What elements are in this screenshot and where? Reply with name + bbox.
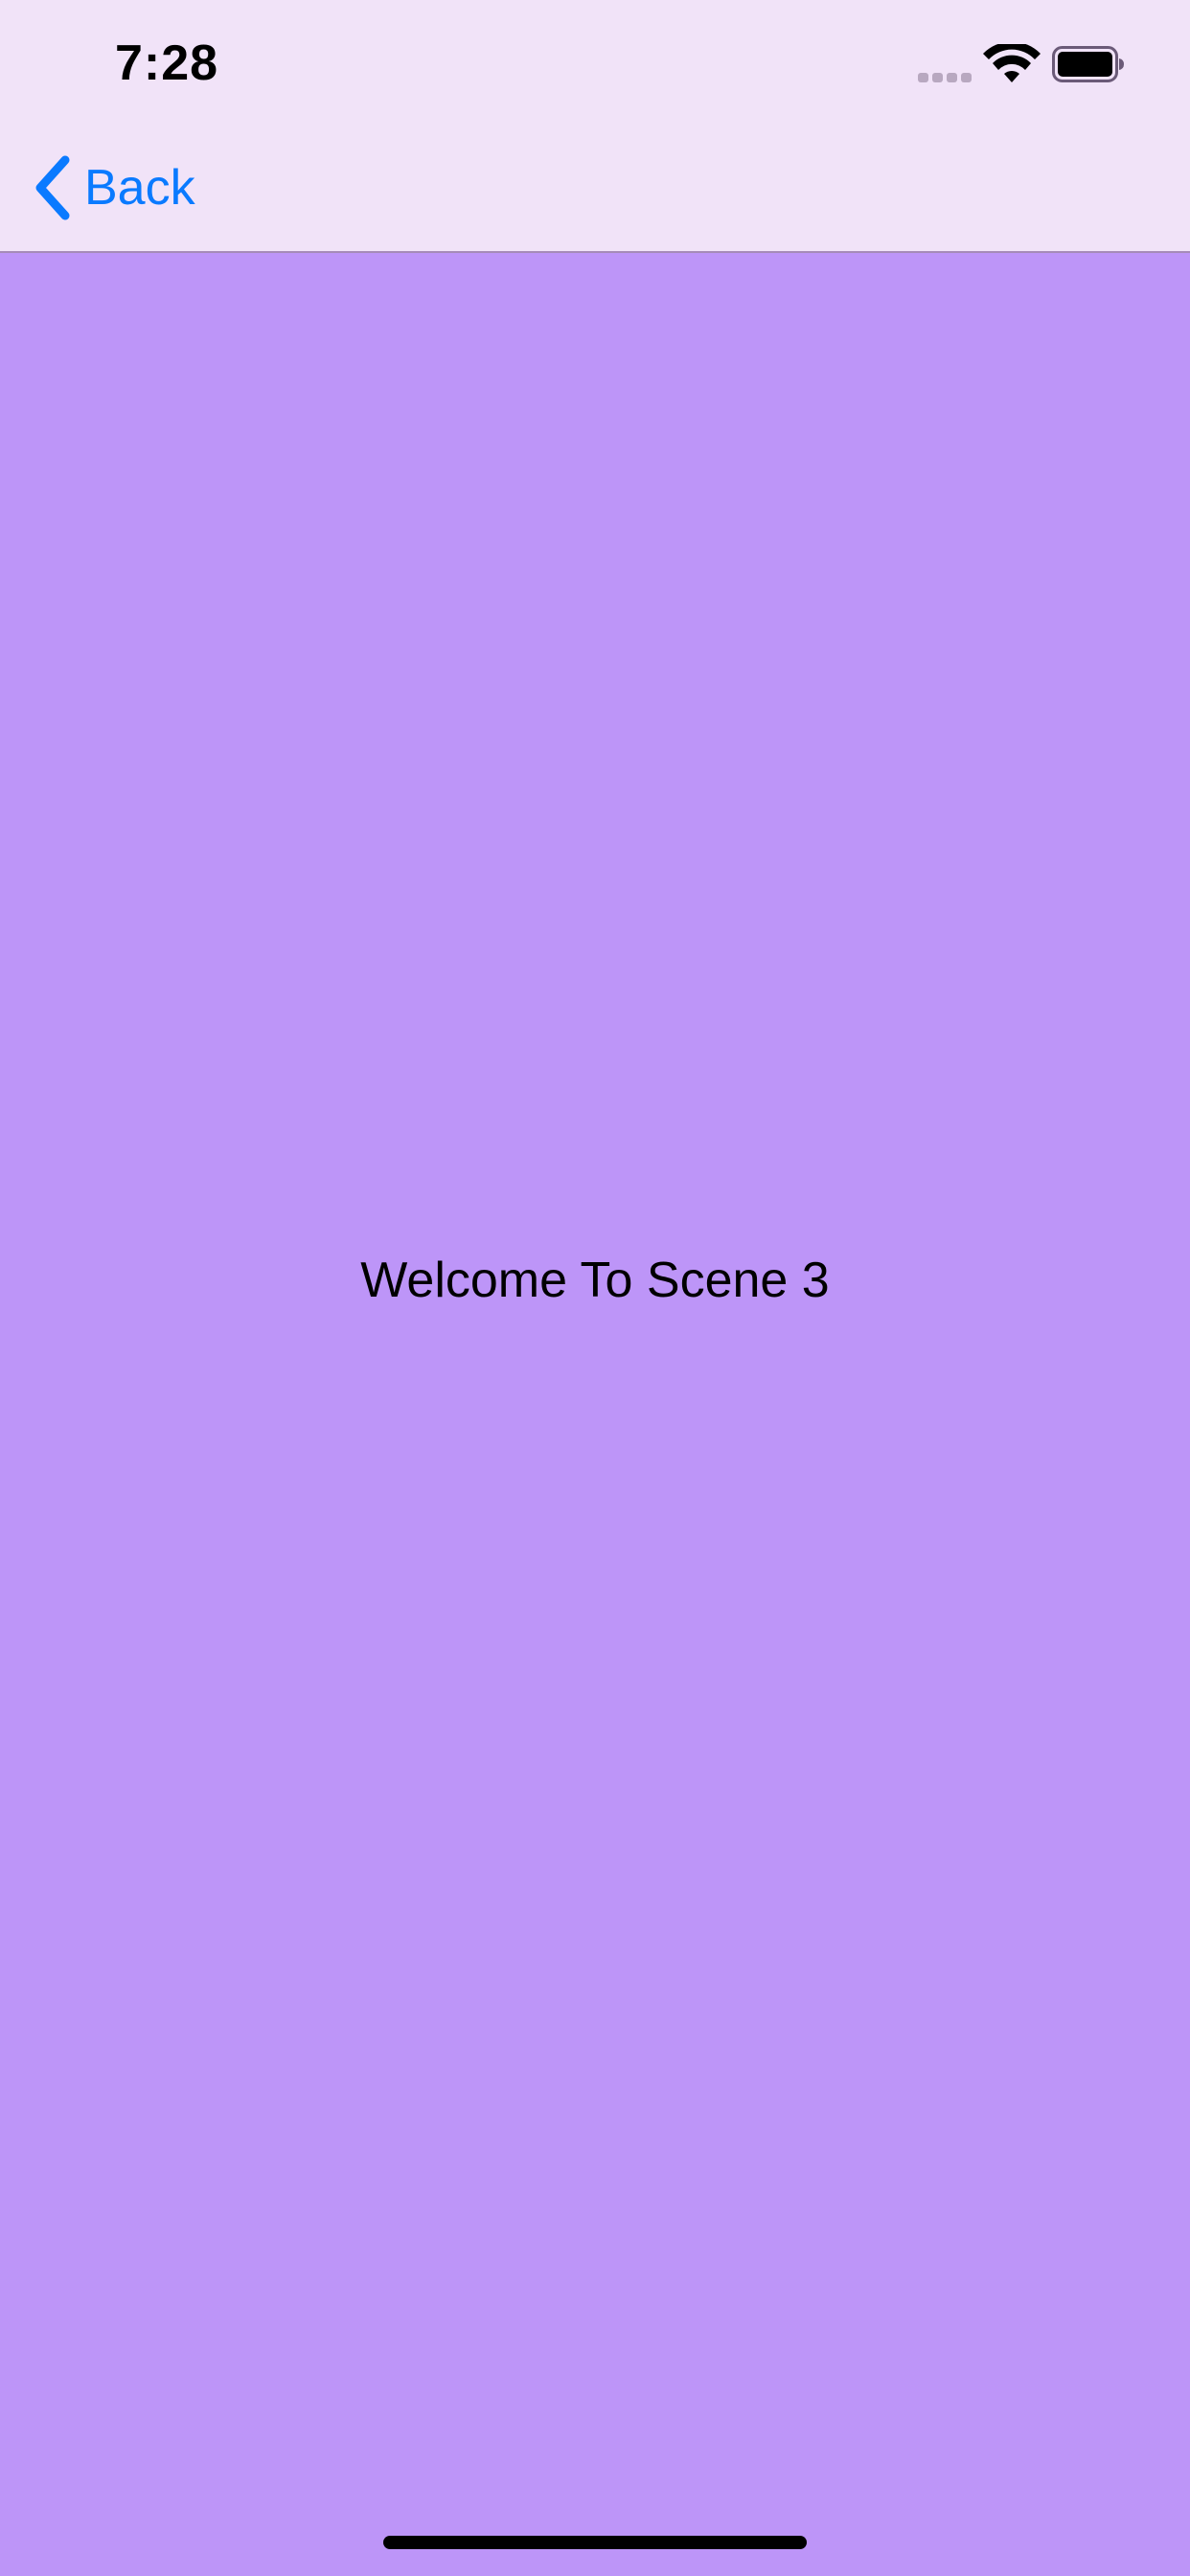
welcome-message: Welcome To Scene 3 xyxy=(360,1253,830,1308)
home-indicator[interactable] xyxy=(383,2536,807,2549)
top-bar: 7:28 Back xyxy=(0,0,1190,253)
wifi-icon xyxy=(983,44,1041,82)
app-screen: 7:28 Back Welcome To Scene 3 xyxy=(0,0,1190,2576)
back-button[interactable]: Back xyxy=(31,153,195,222)
chevron-left-icon xyxy=(35,155,70,220)
cellular-signal-icon xyxy=(918,73,972,82)
back-label: Back xyxy=(84,160,195,216)
battery-icon xyxy=(1052,46,1124,82)
status-time: 7:28 xyxy=(115,35,219,91)
